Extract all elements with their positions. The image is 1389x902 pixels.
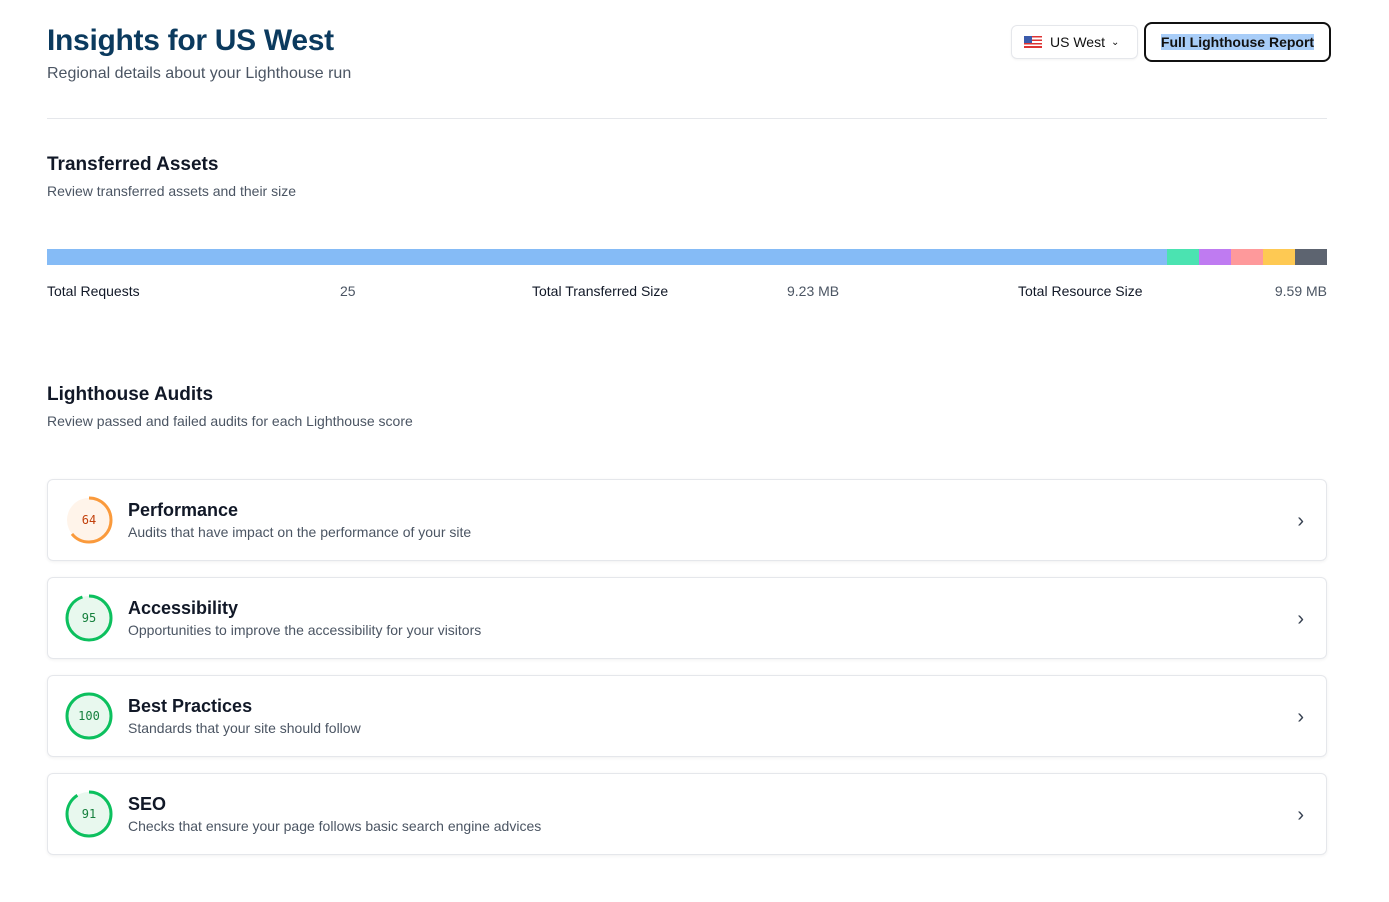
audit-description: Checks that ensure your page follows bas… bbox=[128, 818, 542, 834]
audit-description: Opportunities to improve the accessibili… bbox=[128, 622, 482, 638]
audits-subtitle: Review passed and failed audits for each… bbox=[47, 413, 413, 429]
region-dropdown[interactable]: US West ⌄ bbox=[1011, 25, 1138, 59]
audit-card-performance[interactable]: 64 Performance Audits that have impact o… bbox=[47, 479, 1327, 561]
assets-title: Transferred Assets bbox=[47, 154, 219, 175]
chevron-right-icon[interactable]: › bbox=[1297, 608, 1304, 631]
stat-label-requests: Total Requests bbox=[47, 283, 140, 299]
audit-title: Accessibility bbox=[128, 598, 239, 618]
chevron-right-icon[interactable]: › bbox=[1297, 510, 1304, 533]
score-value: 91 bbox=[81, 807, 97, 821]
stat-value-resource: 9.59 MB bbox=[1274, 283, 1327, 299]
asset-size-bar bbox=[47, 249, 1327, 265]
audit-card-accessibility[interactable]: 95 Accessibility Opportunities to improv… bbox=[47, 577, 1327, 659]
stat-value-transferred: 9.23 MB bbox=[787, 283, 840, 299]
score-gauge: 64 bbox=[65, 496, 113, 544]
audit-title: Performance bbox=[128, 500, 239, 520]
full-report-button[interactable]: Full Lighthouse Report bbox=[1144, 22, 1331, 62]
audits-title: Lighthouse Audits bbox=[47, 384, 214, 405]
audit-card-seo[interactable]: 91 SEO Checks that ensure your page foll… bbox=[47, 773, 1327, 855]
audit-title: SEO bbox=[128, 794, 167, 814]
chevron-down-icon: ⌄ bbox=[1110, 36, 1120, 48]
audit-description: Standards that your site should follow bbox=[128, 720, 361, 736]
us-flag-icon bbox=[1024, 36, 1042, 48]
assets-subtitle: Review transferred assets and their size bbox=[47, 183, 296, 199]
bar-segment bbox=[47, 249, 1167, 265]
audit-description: Audits that have impact on the performan… bbox=[128, 524, 472, 540]
audit-title: Best Practices bbox=[128, 696, 253, 716]
score-value: 64 bbox=[81, 513, 97, 527]
stat-value-requests: 25 bbox=[340, 283, 356, 299]
stat-label-transferred: Total Transferred Size bbox=[532, 283, 669, 299]
full-report-label: Full Lighthouse Report bbox=[1160, 34, 1315, 50]
page-title: Insights for US West bbox=[47, 24, 334, 57]
audit-card-best-practices[interactable]: 100 Best Practices Standards that your s… bbox=[47, 675, 1327, 757]
score-gauge: 95 bbox=[65, 594, 113, 642]
bar-segment bbox=[1263, 249, 1295, 265]
bar-segment bbox=[1231, 249, 1263, 265]
divider bbox=[47, 118, 1327, 119]
bar-segment bbox=[1167, 249, 1199, 265]
page-subtitle: Regional details about your Lighthouse r… bbox=[47, 65, 352, 82]
score-gauge: 91 bbox=[65, 790, 113, 838]
chevron-right-icon[interactable]: › bbox=[1297, 804, 1304, 827]
bar-segment bbox=[1199, 249, 1231, 265]
stat-label-resource: Total Resource Size bbox=[1018, 283, 1143, 299]
score-value: 100 bbox=[78, 709, 100, 723]
chevron-right-icon[interactable]: › bbox=[1297, 706, 1304, 729]
score-value: 95 bbox=[81, 611, 97, 625]
bar-segment bbox=[1295, 249, 1327, 265]
score-gauge: 100 bbox=[65, 692, 113, 740]
region-label: US West bbox=[1050, 34, 1105, 50]
